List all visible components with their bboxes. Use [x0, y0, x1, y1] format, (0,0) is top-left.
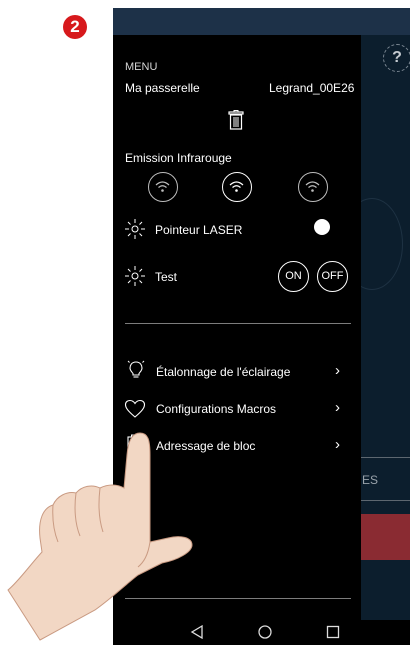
chevron-right-icon: ›	[335, 436, 340, 453]
ir-emitter-2[interactable]	[222, 172, 252, 202]
wifi-icon	[305, 181, 320, 192]
gateway-label: Ma passerelle	[125, 81, 200, 95]
recent-apps-icon[interactable]	[326, 625, 340, 639]
home-icon[interactable]	[258, 625, 272, 639]
phone-screen: ? ES MENU Ma passerelle Legrand_00E26 Em…	[113, 8, 410, 645]
menu-drawer: MENU Ma passerelle Legrand_00E26 Emissio…	[113, 35, 361, 620]
ir-label: Emission Infrarouge	[125, 151, 232, 165]
navigation-bar	[113, 620, 410, 645]
background-button[interactable]: ES	[353, 457, 410, 501]
background-red-button[interactable]	[353, 514, 410, 560]
chevron-right-icon: ›	[335, 362, 340, 379]
test-off-button[interactable]: OFF	[317, 261, 348, 292]
divider	[125, 323, 351, 324]
step-badge: 2	[63, 15, 87, 39]
divider	[125, 598, 351, 599]
laser-icon	[125, 219, 145, 239]
background-app: ? ES	[341, 35, 410, 620]
ir-emitter-1[interactable]	[148, 172, 178, 202]
wifi-icon	[155, 181, 170, 192]
test-icon	[125, 266, 145, 286]
laser-toggle[interactable]	[314, 219, 330, 235]
wifi-icon	[229, 181, 244, 192]
battery-icon	[127, 434, 141, 456]
status-bar	[113, 8, 410, 35]
ir-emitter-3[interactable]	[298, 172, 328, 202]
trash-icon[interactable]	[227, 110, 245, 130]
help-button[interactable]: ?	[383, 44, 410, 72]
gateway-value[interactable]: Legrand_00E26	[269, 81, 354, 95]
menu-item-label: Configurations Macros	[156, 402, 277, 416]
test-label: Test	[155, 270, 178, 284]
chevron-right-icon: ›	[335, 399, 340, 416]
test-on-button[interactable]: ON	[278, 261, 309, 292]
laser-label: Pointeur LASER	[155, 223, 243, 237]
heart-icon	[124, 399, 146, 418]
menu-title: MENU	[125, 61, 158, 73]
bulb-icon	[127, 360, 145, 378]
menu-item-label: Étalonnage de l'éclairage	[156, 365, 291, 379]
back-icon[interactable]	[190, 625, 204, 639]
menu-item-label: Adressage de bloc	[156, 439, 256, 453]
